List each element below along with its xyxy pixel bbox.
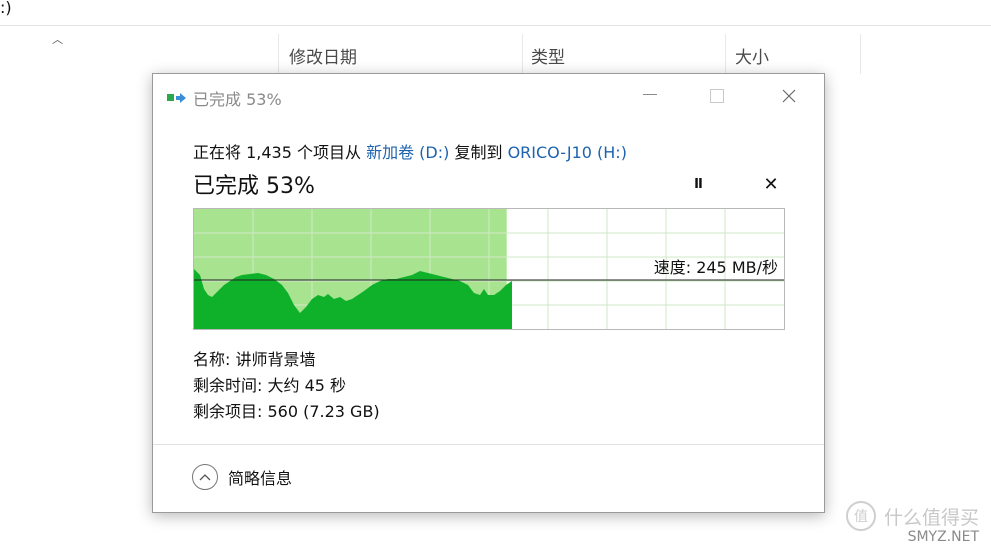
explorer-corner-text: :) xyxy=(0,0,12,17)
source-drive-link[interactable]: 新加卷 (D:) xyxy=(366,143,449,162)
copy-progress-dialog: 已完成 53% 正在将 1,435 个项目从 新加卷 (D:) 复制到 ORIC… xyxy=(152,73,825,513)
column-separator[interactable] xyxy=(522,34,523,74)
explorer-divider xyxy=(0,25,991,26)
close-icon xyxy=(782,89,796,103)
copy-icon xyxy=(167,93,186,103)
pause-button[interactable]: II xyxy=(683,171,713,197)
sort-chevron-up-icon[interactable]: ︿ xyxy=(52,31,63,47)
file-name-line: 名称: 讲师背景墙 xyxy=(193,350,316,369)
chevron-up-icon xyxy=(192,464,218,490)
column-header-type[interactable]: 类型 xyxy=(531,43,565,68)
copy-prefix: 正在将 1,435 个项目从 xyxy=(193,143,367,162)
column-separator[interactable] xyxy=(725,34,726,74)
column-separator[interactable] xyxy=(860,34,861,74)
minimize-button[interactable] xyxy=(627,76,673,116)
cancel-icon: ✕ xyxy=(763,173,779,195)
copy-description: 正在将 1,435 个项目从 新加卷 (D:) 复制到 ORICO-J10 (H… xyxy=(193,139,627,163)
fewer-details-button[interactable]: 简略信息 xyxy=(192,464,292,490)
footer-separator xyxy=(153,444,824,445)
items-remaining-line: 剩余项目: 560 (7.23 GB) xyxy=(193,402,380,421)
copy-middle: 复制到 xyxy=(449,143,508,162)
maximize-icon xyxy=(710,89,724,103)
watermark-text: 什么值得买 xyxy=(883,506,979,529)
destination-drive-link[interactable]: ORICO-J10 (H:) xyxy=(508,143,627,162)
watermark-subtext: SMYZ.NET xyxy=(907,529,979,545)
dialog-title: 已完成 53% xyxy=(193,90,282,109)
dialog-titlebar[interactable]: 已完成 53% xyxy=(153,74,824,120)
speed-label: 速度: 245 MB/秒 xyxy=(653,258,778,277)
details-label: 简略信息 xyxy=(228,469,293,488)
column-header-size[interactable]: 大小 xyxy=(735,43,769,68)
column-header-date-modified[interactable]: 修改日期 xyxy=(289,43,357,68)
progress-heading: 已完成 53% xyxy=(193,174,315,199)
time-remaining-line: 剩余时间: 大约 45 秒 xyxy=(193,376,347,395)
maximize-button xyxy=(694,76,740,116)
transfer-speed-graph: 速度: 245 MB/秒 xyxy=(193,208,785,330)
minimize-icon xyxy=(643,94,657,95)
cancel-button[interactable]: ✕ xyxy=(756,171,786,197)
pause-icon: II xyxy=(694,176,703,192)
site-watermark: 值 什么值得买 xyxy=(845,501,979,531)
column-separator[interactable] xyxy=(278,34,279,74)
watermark-logo: 值 xyxy=(845,501,876,531)
close-button[interactable] xyxy=(766,76,812,116)
